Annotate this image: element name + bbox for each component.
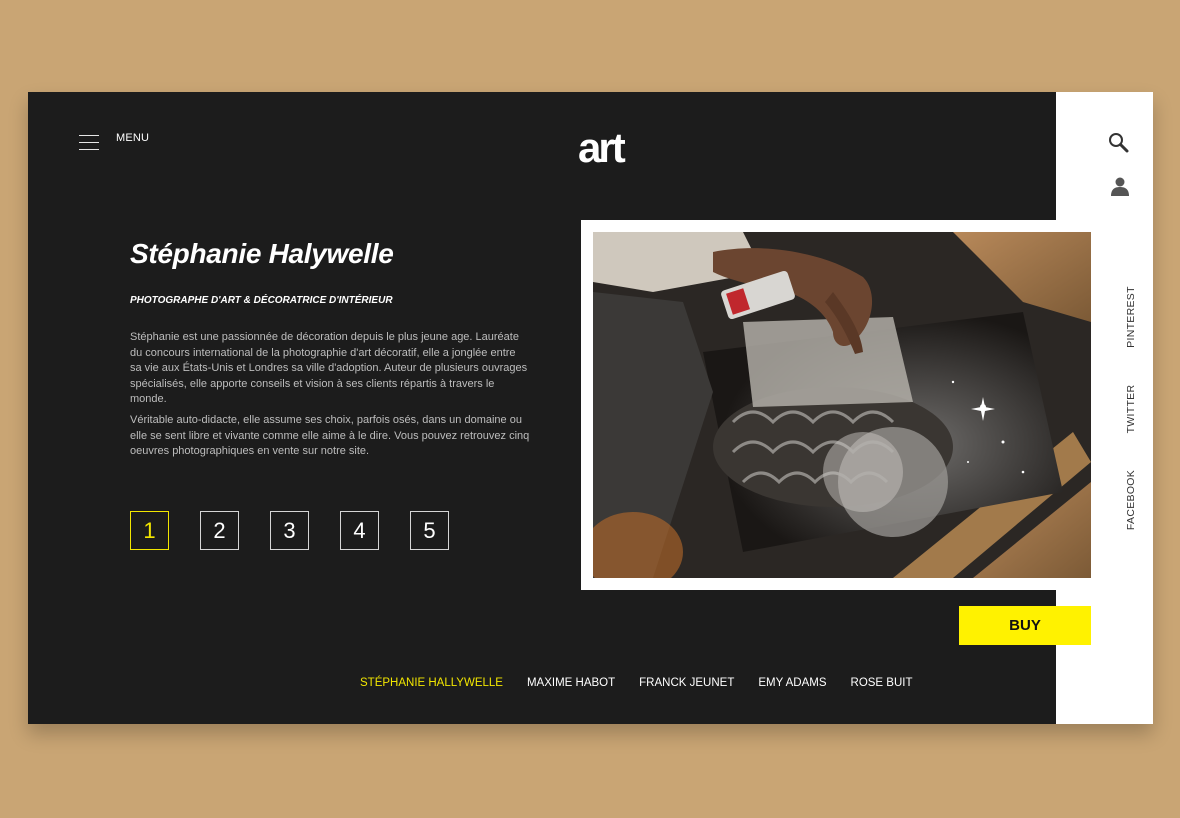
- user-icon[interactable]: [1111, 176, 1129, 196]
- hamburger-icon[interactable]: [79, 134, 99, 151]
- artist-bio: Stéphanie est une passionnée de décorati…: [130, 330, 530, 465]
- pinterest-label: PINTEREST: [1125, 286, 1137, 348]
- facebook-label: FACEBOOK: [1125, 469, 1137, 531]
- artist-link-maxime-habot[interactable]: MAXIME HABOT: [527, 677, 615, 689]
- artist-link-rose-buit[interactable]: ROSE BUIT: [851, 677, 913, 689]
- page-button-4[interactable]: 4: [340, 511, 379, 550]
- buy-button[interactable]: BUY: [959, 606, 1091, 645]
- facebook-link[interactable]: FACEBOOK: [1124, 470, 1138, 530]
- artist-name: Stéphanie Halywelle: [130, 238, 394, 269]
- artist-subtitle: PHOTOGRAPHE D'ART & DÉCORATRICE D'INTÉRI…: [130, 295, 393, 306]
- bio-paragraph: Véritable auto-didacte, elle assume ses …: [130, 413, 530, 458]
- artist-link-stephanie-hallywelle[interactable]: STÉPHANIE HALLYWELLE: [360, 677, 503, 689]
- menu-button[interactable]: MENU: [79, 132, 150, 151]
- pinterest-link[interactable]: PINTEREST: [1124, 286, 1138, 348]
- twitter-label: TWITTER: [1125, 384, 1137, 434]
- artist-link-emy-adams[interactable]: EMY ADAMS: [758, 677, 826, 689]
- twitter-link[interactable]: TWITTER: [1124, 379, 1138, 439]
- bio-paragraph: Stéphanie est une passionnée de décorati…: [130, 331, 528, 406]
- artwork-photo[interactable]: [593, 232, 1091, 578]
- logo[interactable]: art: [578, 123, 626, 173]
- search-icon[interactable]: [1108, 132, 1130, 154]
- page-button-5[interactable]: 5: [410, 511, 449, 550]
- artist-link-franck-jeunet[interactable]: FRANCK JEUNET: [639, 677, 734, 689]
- page-button-1[interactable]: 1: [130, 511, 169, 550]
- menu-label: MENU: [116, 132, 150, 144]
- page-button-2[interactable]: 2: [200, 511, 239, 550]
- artist-nav: STÉPHANIE HALLYWELLE MAXIME HABOT FRANCK…: [360, 677, 913, 689]
- page-button-3[interactable]: 3: [270, 511, 309, 550]
- page-frame: MENU art Stéphanie Halywelle PHOTOGRAPHE…: [28, 92, 1153, 724]
